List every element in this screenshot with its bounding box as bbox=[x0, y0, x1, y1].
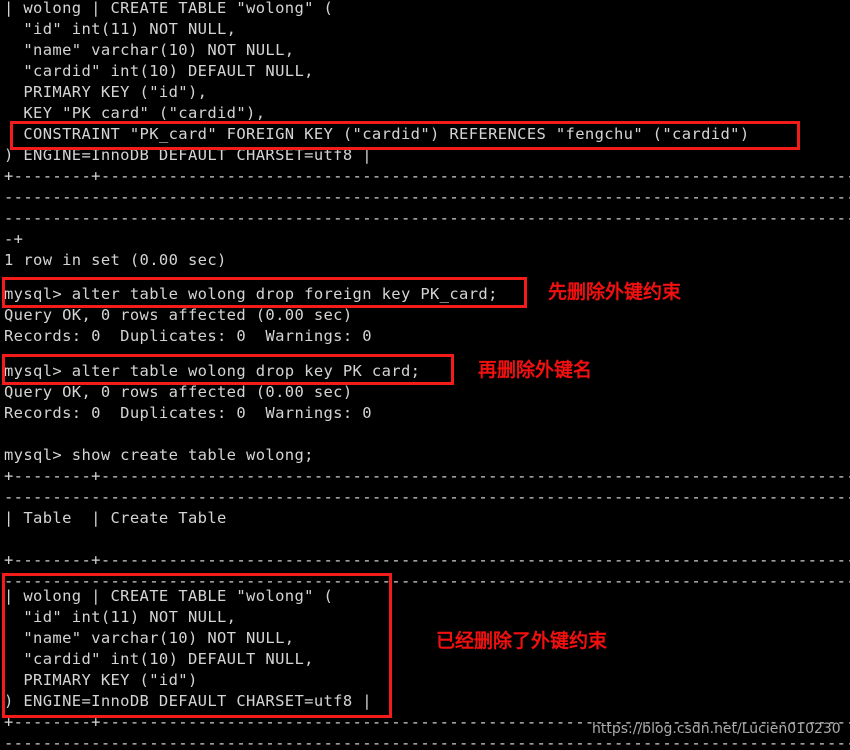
terminal-line: PRIMARY KEY ("id") bbox=[4, 671, 198, 689]
terminal-line: | wolong | CREATE TABLE "wolong" ( bbox=[4, 0, 334, 17]
terminal-line: ) ENGINE=InnoDB DEFAULT CHARSET=utf8 | bbox=[4, 692, 372, 710]
terminal-line: "name" varchar(10) NOT NULL, bbox=[4, 629, 295, 647]
terminal-line: Records: 0 Duplicates: 0 Warnings: 0 bbox=[4, 404, 372, 422]
annotation-text: 已经删除了外键约束 bbox=[436, 630, 608, 652]
terminal-line: KEY "PK_card" ("cardid"), bbox=[4, 104, 266, 122]
terminal-separator-line: +--------+------------------------------… bbox=[4, 467, 850, 485]
terminal-line: "name" varchar(10) NOT NULL, bbox=[4, 41, 295, 59]
annotation-text: 先删除外键约束 bbox=[548, 281, 682, 303]
terminal-line: mysql> alter table wolong drop key PK ca… bbox=[4, 362, 421, 380]
watermark-url: https://blog.csdn.net/Lucien010230 bbox=[592, 721, 841, 737]
terminal-line: "cardid" int(10) DEFAULT NULL, bbox=[4, 62, 314, 80]
terminal-line: ) ENGINE=InnoDB DEFAULT CHARSET=utf8 | bbox=[4, 146, 372, 164]
terminal-line: Records: 0 Duplicates: 0 Warnings: 0 bbox=[4, 327, 372, 345]
terminal-line: mysql> alter table wolong drop foreign k… bbox=[4, 285, 498, 303]
terminal-line: Query OK, 0 rows affected (0.00 sec) bbox=[4, 383, 353, 401]
terminal-line: "id" int(11) NOT NULL, bbox=[4, 608, 237, 626]
terminal-line: | Table | Create Table bbox=[4, 509, 227, 527]
terminal-line: CONSTRAINT "PK_card" FOREIGN KEY ("cardi… bbox=[4, 125, 750, 143]
terminal-line: "cardid" int(10) DEFAULT NULL, bbox=[4, 650, 314, 668]
terminal-line: -+ bbox=[4, 230, 24, 248]
annotation-text: 再删除外键名 bbox=[478, 359, 593, 381]
terminal-line: mysql> show create table wolong; bbox=[4, 446, 314, 464]
terminal-separator-line: +--------+------------------------------… bbox=[4, 551, 850, 569]
terminal-separator-line: ----------------------------------------… bbox=[4, 488, 850, 506]
terminal-line: "id" int(11) NOT NULL, bbox=[4, 20, 237, 38]
terminal-separator-line: ----------------------------------------… bbox=[4, 209, 850, 227]
terminal-separator-line: +--------+------------------------------… bbox=[4, 167, 850, 185]
terminal-line: 1 row in set (0.00 sec) bbox=[4, 251, 227, 269]
terminal-separator-line: ----------------------------------------… bbox=[4, 572, 850, 590]
terminal-line: PRIMARY KEY ("id"), bbox=[4, 83, 208, 101]
terminal-line: Query OK, 0 rows affected (0.00 sec) bbox=[4, 306, 353, 324]
terminal-separator-line: ----------------------------------------… bbox=[4, 188, 850, 206]
terminal-screen: | wolong | CREATE TABLE "wolong" ( "id" … bbox=[0, 0, 850, 750]
